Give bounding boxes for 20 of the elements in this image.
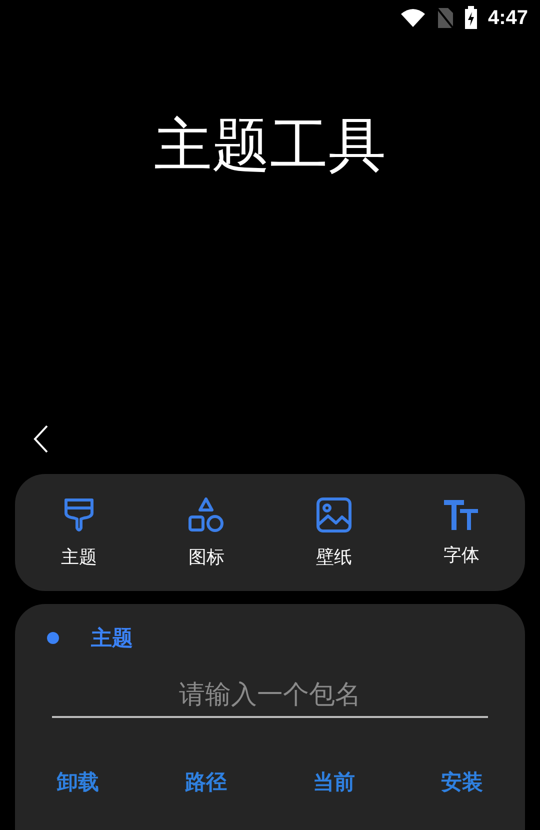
- battery-charging-icon: [464, 6, 478, 30]
- package-name-field[interactable]: 请输入一个包名: [52, 674, 488, 718]
- back-icon[interactable]: [33, 424, 49, 454]
- shapes-icon: [188, 496, 224, 532]
- wifi-icon: [400, 8, 426, 28]
- section-title: 主题: [91, 625, 133, 652]
- app-title: 主题工具: [154, 110, 386, 181]
- action-button[interactable]: 卸载: [43, 764, 113, 800]
- category-item[interactable]: 字体: [416, 498, 506, 566]
- font-size-icon: [444, 498, 478, 530]
- image-icon: [316, 496, 352, 532]
- paintbrush-icon: [62, 496, 96, 532]
- action-button[interactable]: 当前: [299, 764, 369, 800]
- category-item[interactable]: 主题: [34, 496, 124, 568]
- no-sim-icon: [436, 7, 454, 29]
- status-time: 4:47: [488, 6, 528, 30]
- category-item[interactable]: 图标: [161, 496, 252, 568]
- category-item[interactable]: 壁纸: [288, 496, 379, 568]
- action-button[interactable]: 路径: [171, 764, 241, 800]
- action-button[interactable]: 安装: [427, 764, 497, 800]
